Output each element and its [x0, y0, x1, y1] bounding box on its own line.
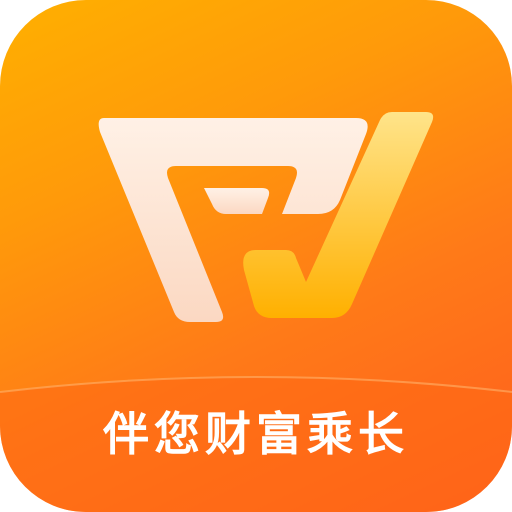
app-icon[interactable]: 伴您财富乘长	[0, 0, 512, 512]
slogan-text: 伴您财富乘长	[103, 407, 409, 461]
